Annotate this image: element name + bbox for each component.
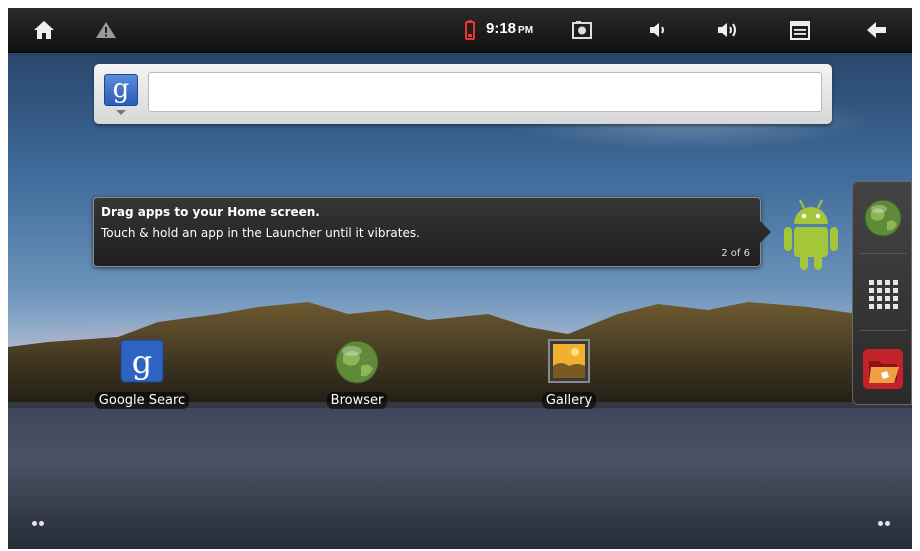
back-icon[interactable] [864, 18, 888, 42]
dock-divider [859, 330, 907, 331]
device-screen: 9:18 PM g Drag apps to your Home screen. … [8, 8, 912, 549]
google-logo[interactable]: g [104, 74, 138, 106]
browser-globe-icon[interactable] [861, 196, 905, 240]
app-browser[interactable]: Browser [307, 338, 407, 413]
next-screen-dots-icon[interactable] [878, 511, 896, 526]
search-input[interactable] [148, 72, 822, 112]
app-label: Browser [326, 392, 388, 409]
app-label: Google Searc [94, 392, 190, 409]
volume-down-icon[interactable] [646, 18, 670, 42]
app-google-search[interactable]: g Google Searc [92, 338, 192, 413]
status-bar: 9:18 PM [8, 8, 912, 53]
gallery-icon [545, 338, 593, 386]
browser-globe-icon [333, 338, 381, 386]
wallpaper [8, 52, 912, 549]
clock-ampm: PM [518, 25, 534, 36]
app-launcher-grid-icon[interactable] [861, 272, 905, 316]
google-search-icon: g [118, 338, 166, 386]
warning-icon[interactable] [94, 18, 118, 42]
folder-icon[interactable] [861, 347, 905, 391]
app-gallery[interactable]: Gallery [519, 338, 619, 413]
tip-title: Drag apps to your Home screen. [101, 205, 320, 219]
search-engine-dropdown-icon[interactable] [116, 110, 126, 115]
screenshot-icon[interactable] [570, 18, 594, 42]
wallpaper-mountains [8, 302, 912, 549]
launcher-dock [852, 181, 912, 405]
android-robot-icon [778, 196, 844, 272]
app-label: Gallery [541, 392, 597, 409]
google-search-widget[interactable]: g [94, 64, 832, 124]
clock-time: 9:18 [486, 20, 517, 37]
home-icon[interactable] [32, 18, 56, 42]
volume-up-icon[interactable] [716, 18, 740, 42]
svg-text:g: g [132, 343, 152, 381]
tip-body: Touch & hold an app in the Launcher unti… [101, 226, 420, 240]
tip-page-indicator: 2 of 6 [721, 248, 750, 259]
clock: 9:18 PM [486, 20, 533, 37]
launcher-tip-bubble: Drag apps to your Home screen. Touch & h… [93, 197, 771, 267]
dock-divider [859, 253, 907, 254]
battery-icon [458, 18, 482, 42]
previous-screen-dots-icon[interactable] [32, 511, 50, 526]
menu-icon[interactable] [788, 18, 812, 42]
